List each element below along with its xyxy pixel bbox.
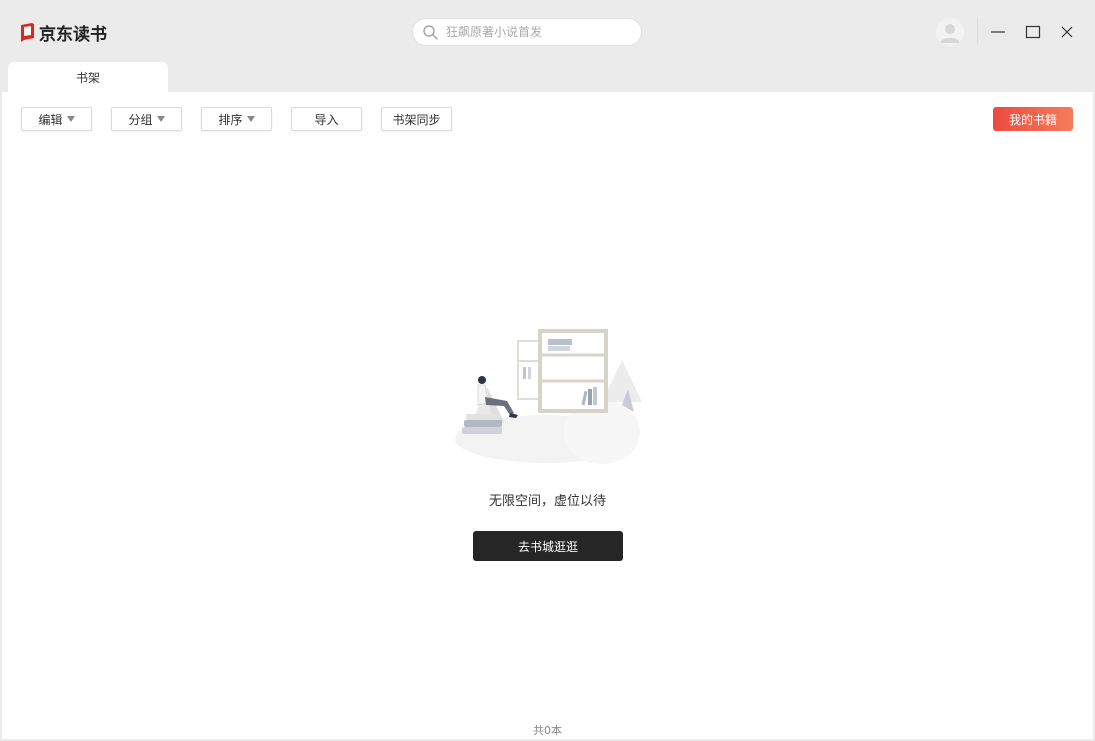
group-label: 分组 <box>128 112 153 127</box>
dropdown-caret-icon <box>66 116 75 122</box>
import-label: 导入 <box>314 112 339 127</box>
user-icon <box>936 18 964 46</box>
search-box[interactable] <box>412 18 642 46</box>
title-bar: 京东读书 <box>0 0 1095 62</box>
tab-bar: 书架 <box>8 62 168 92</box>
dropdown-caret-icon <box>156 116 165 122</box>
app-window: 京东读书 书架 <box>0 0 1095 741</box>
bookshelf-panel: 编辑 分组 排序 导入 书架同步 我的书籍 无限空间，虚位以待 去书城逛逛 共0… <box>2 92 1093 739</box>
search-input[interactable] <box>446 25 616 39</box>
my-books-label: 我的书籍 <box>1008 112 1057 127</box>
my-books-button[interactable]: 我的书籍 <box>993 107 1073 131</box>
import-button[interactable]: 导入 <box>291 107 362 131</box>
sort-button[interactable]: 排序 <box>201 107 272 131</box>
empty-state-message: 无限空间，虚位以待 <box>488 494 606 509</box>
close-icon <box>1061 26 1073 38</box>
edit-label: 编辑 <box>38 112 63 127</box>
app-title: 京东读书 <box>39 25 107 45</box>
sort-label: 排序 <box>218 112 243 127</box>
user-avatar[interactable] <box>936 18 964 46</box>
minimize-button[interactable] <box>988 22 1008 42</box>
go-to-store-button[interactable]: 去书城逛逛 <box>473 531 623 561</box>
book-count: 共0本 <box>533 724 562 737</box>
search-icon <box>423 24 438 40</box>
close-button[interactable] <box>1057 22 1077 42</box>
maximize-button[interactable] <box>1023 22 1043 42</box>
group-button[interactable]: 分组 <box>111 107 182 131</box>
dropdown-caret-icon <box>246 116 255 122</box>
sync-bookshelf-button[interactable]: 书架同步 <box>381 107 452 131</box>
sync-label: 书架同步 <box>392 112 441 127</box>
go-to-store-label: 去书城逛逛 <box>517 539 578 554</box>
minimize-icon <box>991 31 1005 33</box>
jd-read-logo-icon <box>21 23 34 42</box>
empty-bookshelf-illustration-icon <box>455 329 642 464</box>
app-logo: 京东读书 <box>20 20 107 45</box>
bookshelf-toolbar: 编辑 分组 排序 导入 书架同步 <box>21 107 452 131</box>
edit-button[interactable]: 编辑 <box>21 107 92 131</box>
tab-bookshelf[interactable]: 书架 <box>8 62 168 92</box>
title-divider <box>977 18 978 44</box>
maximize-icon <box>1025 25 1041 39</box>
